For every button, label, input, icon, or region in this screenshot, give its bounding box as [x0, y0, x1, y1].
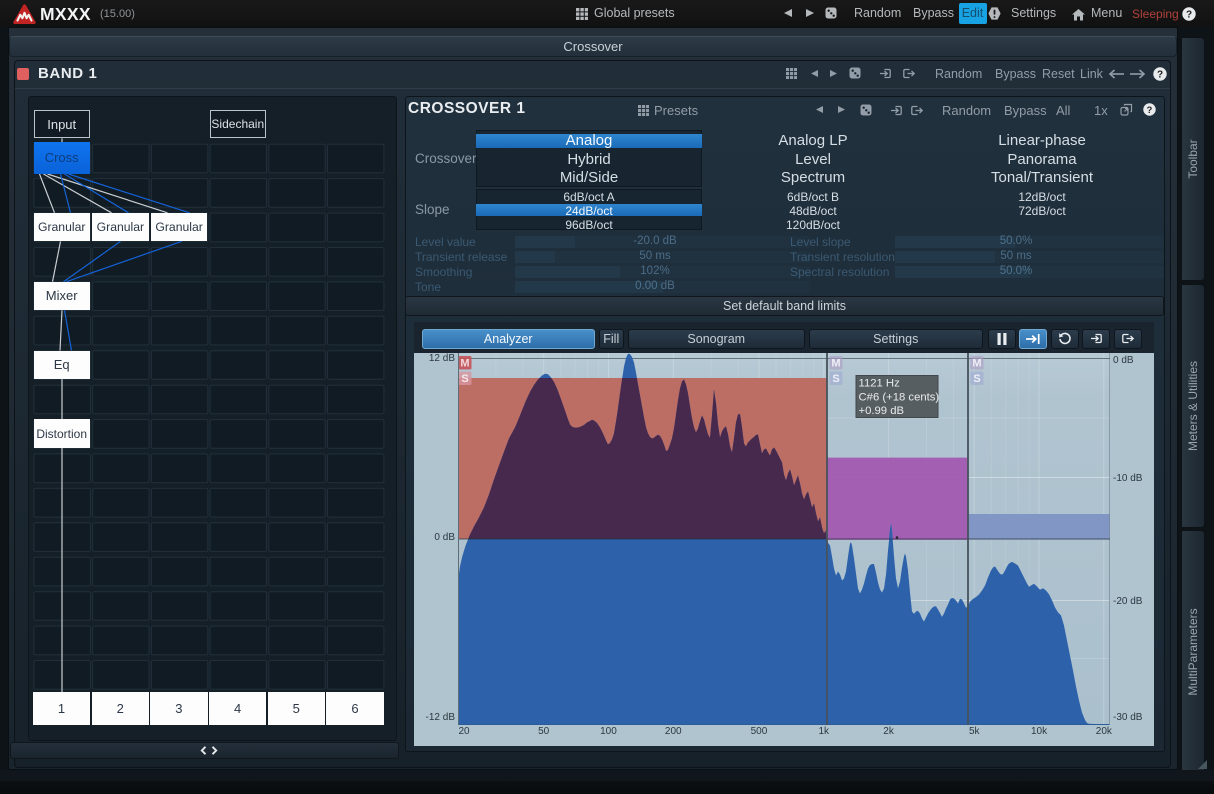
svg-text:S: S — [973, 373, 980, 385]
svg-text:M: M — [460, 357, 469, 369]
svg-text:M: M — [831, 357, 840, 369]
svg-text:?: ? — [1147, 104, 1153, 114]
svg-text:M: M — [972, 357, 981, 369]
svg-text:C#6 (+18 cents): C#6 (+18 cents) — [859, 391, 940, 403]
svg-text:S: S — [832, 373, 839, 385]
svg-text:1121 Hz: 1121 Hz — [859, 377, 901, 389]
svg-text:?: ? — [1157, 69, 1163, 80]
svg-text:?: ? — [1186, 9, 1192, 20]
svg-text:+0.99 dB: +0.99 dB — [859, 405, 905, 417]
svg-text:S: S — [461, 373, 468, 385]
